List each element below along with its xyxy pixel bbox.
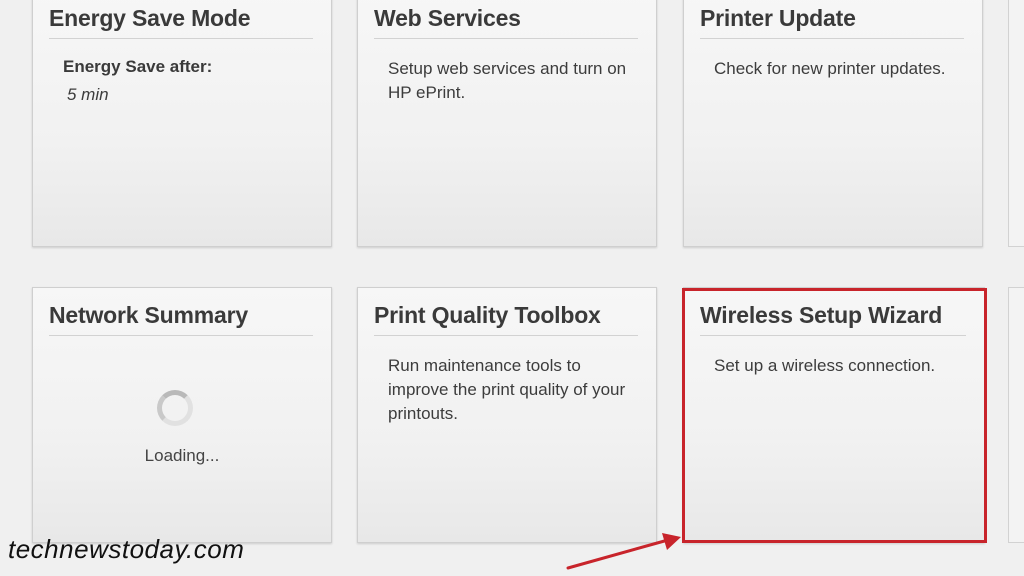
watermark: technewstoday.com: [8, 534, 245, 564]
annotation-arrow-icon: [566, 533, 681, 570]
